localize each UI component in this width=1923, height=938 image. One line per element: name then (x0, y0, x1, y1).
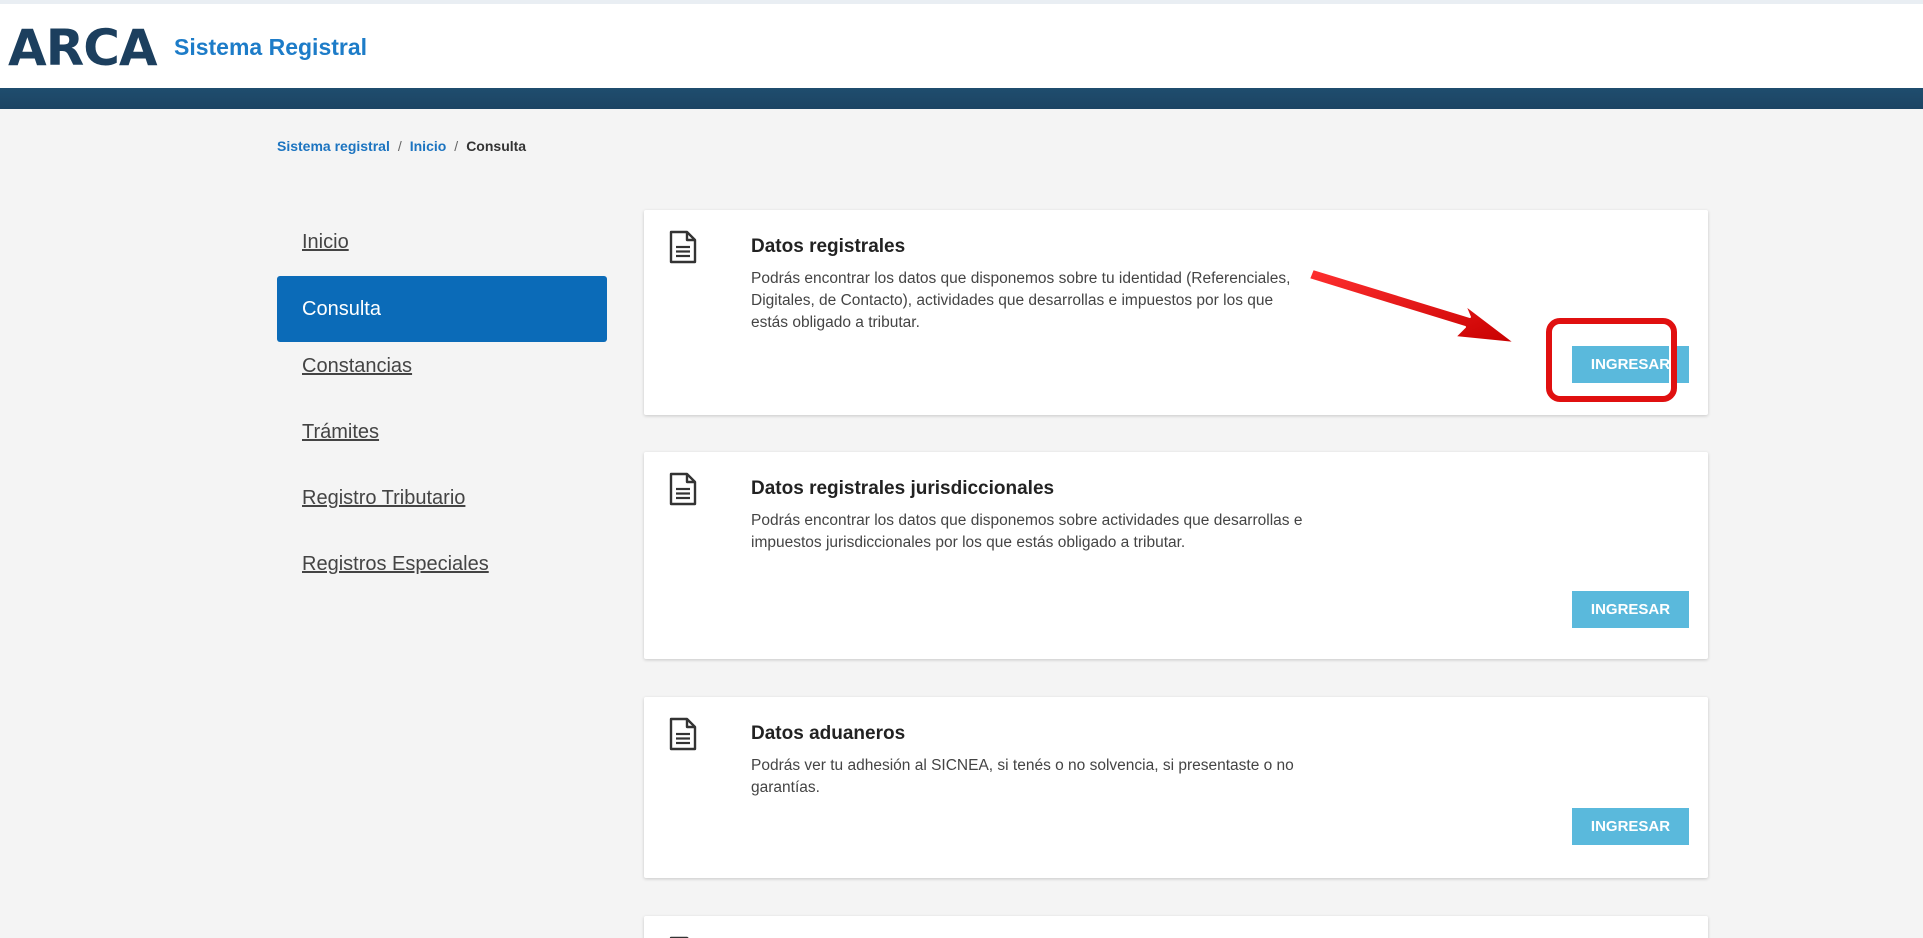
ingresar-button[interactable]: INGRESAR (1572, 591, 1689, 628)
card-title: Datos aduaneros (751, 723, 906, 744)
annotation-arrow-icon (1308, 268, 1516, 344)
sidebar-item-constancias[interactable]: Constancias (277, 342, 607, 408)
side-navigation: Inicio Consulta Constancias Trámites Reg… (277, 218, 607, 606)
card-partial (644, 916, 1708, 938)
breadcrumb-separator: / (397, 138, 402, 154)
arca-logo[interactable]: ARCA (8, 20, 158, 76)
header: ARCA Sistema Registral (0, 0, 1923, 88)
sidebar-item-registros-especiales[interactable]: Registros Especiales (277, 540, 607, 606)
document-icon (669, 230, 697, 264)
sidebar-item-registro-tributario[interactable]: Registro Tributario (277, 474, 607, 540)
header-top-strip (0, 0, 1923, 4)
document-icon (669, 472, 697, 506)
sidebar-item-inicio[interactable]: Inicio (277, 218, 607, 276)
breadcrumb-separator: / (454, 138, 459, 154)
card-description: Podrás encontrar los datos que disponemo… (751, 512, 1303, 551)
breadcrumb-link-sistema-registral[interactable]: Sistema registral (277, 138, 390, 154)
card-datos-aduaneros: Datos aduaneros Podrás ver tu adhesión a… (644, 697, 1708, 878)
breadcrumb-current: Consulta (466, 138, 527, 154)
card-datos-registrales-jurisdiccionales: Datos registrales jurisdiccionales Podrá… (644, 452, 1708, 659)
ingresar-button[interactable]: INGRESAR (1572, 808, 1689, 845)
annotation-highlight-box (1546, 318, 1677, 402)
card-title: Datos registrales jurisdiccionales (751, 478, 1055, 499)
system-title: Sistema Registral (174, 34, 368, 60)
breadcrumb-link-inicio[interactable]: Inicio (410, 138, 447, 154)
sidebar-item-tramites[interactable]: Trámites (277, 408, 607, 474)
card-description: Podrás encontrar los datos que disponemo… (751, 270, 1291, 331)
card-description: Podrás ver tu adhesión al SICNEA, si ten… (751, 757, 1294, 796)
header-band (0, 88, 1923, 109)
document-icon (669, 717, 697, 751)
sidebar-item-consulta[interactable]: Consulta (277, 276, 607, 342)
card-title: Datos registrales (751, 236, 906, 257)
breadcrumb: Sistema registral / Inicio / Consulta (277, 137, 526, 155)
